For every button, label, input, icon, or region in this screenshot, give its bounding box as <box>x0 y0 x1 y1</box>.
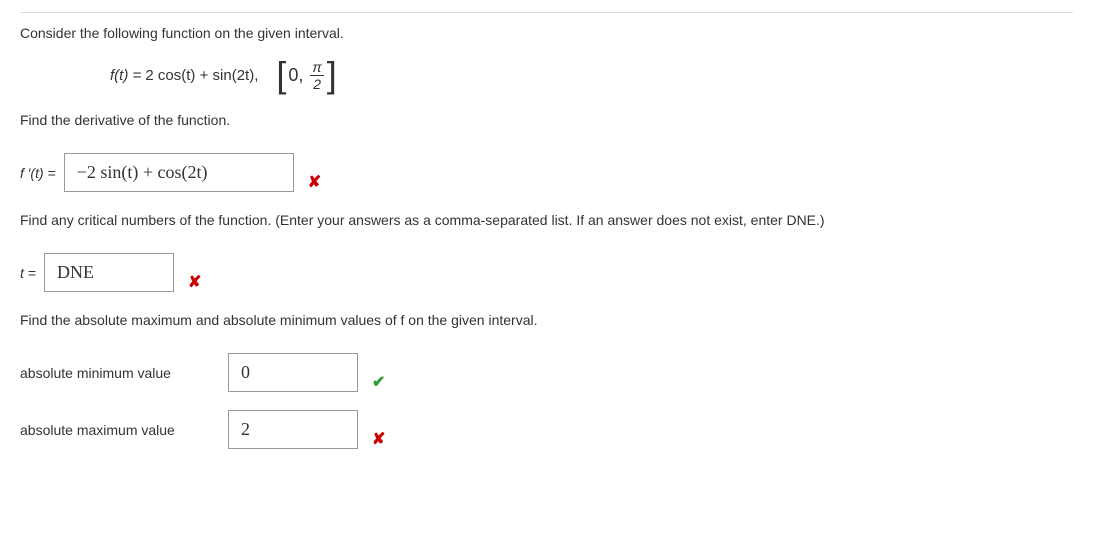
extrema-section: Find the absolute maximum and absolute m… <box>20 310 1073 449</box>
wrong-icon: ✘ <box>188 272 201 292</box>
derivative-answer-row: f ′(t) = −2 sin(t) + cos(2t) ✘ <box>20 153 1073 192</box>
left-bracket-icon: [ <box>276 61 286 90</box>
max-label: absolute maximum value <box>20 422 220 438</box>
wrong-icon: ✘ <box>372 429 385 449</box>
interval-denominator: 2 <box>310 75 324 92</box>
wrong-icon: ✘ <box>308 172 321 192</box>
critical-answer-input[interactable]: DNE <box>44 253 174 292</box>
min-answer-row: absolute minimum value 0 ✔ <box>20 353 1073 392</box>
min-answer-value: 0 <box>241 362 250 383</box>
right-bracket-icon: ] <box>327 61 337 90</box>
top-divider <box>20 12 1073 13</box>
intro-section: Consider the following function on the g… <box>20 23 1073 92</box>
min-answer-input[interactable]: 0 <box>228 353 358 392</box>
derivative-prompt: Find the derivative of the function. <box>20 110 1073 131</box>
critical-answer-row: t = DNE ✘ <box>20 253 1073 292</box>
max-answer-row: absolute maximum value 2 ✘ <box>20 410 1073 449</box>
interval: [ 0, π 2 ] <box>276 59 336 92</box>
intro-prompt: Consider the following function on the g… <box>20 23 1073 44</box>
extrema-prompt: Find the absolute maximum and absolute m… <box>20 310 1073 331</box>
interval-zero: 0, <box>288 65 303 86</box>
critical-label: t = <box>20 265 36 281</box>
critical-prompt: Find any critical numbers of the functio… <box>20 210 1073 231</box>
min-label: absolute minimum value <box>20 365 220 381</box>
function-expression: f(t) = 2 cos(t) + sin(2t), <box>110 67 258 84</box>
critical-section: Find any critical numbers of the functio… <box>20 210 1073 292</box>
interval-fraction: π 2 <box>309 59 324 92</box>
critical-answer-value: DNE <box>57 262 94 283</box>
correct-icon: ✔ <box>372 372 385 392</box>
max-answer-input[interactable]: 2 <box>228 410 358 449</box>
function-definition: f(t) = 2 cos(t) + sin(2t), [ 0, π 2 ] <box>110 59 1073 92</box>
max-answer-value: 2 <box>241 419 250 440</box>
derivative-answer-input[interactable]: −2 sin(t) + cos(2t) <box>64 153 294 192</box>
function-rhs: 2 cos(t) + sin(2t), <box>145 67 258 84</box>
function-lhs: f(t) = <box>110 67 145 84</box>
derivative-section: Find the derivative of the function. f ′… <box>20 110 1073 192</box>
derivative-answer-value: −2 sin(t) + cos(2t) <box>77 162 208 183</box>
derivative-label: f ′(t) = <box>20 165 56 181</box>
interval-numerator: π <box>309 59 324 75</box>
